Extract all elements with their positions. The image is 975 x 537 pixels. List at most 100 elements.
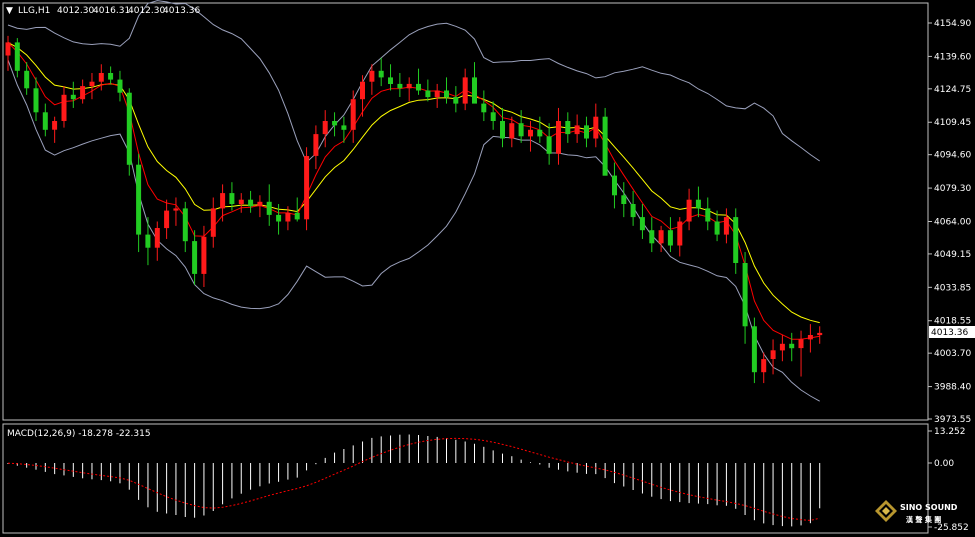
candle-body — [52, 121, 58, 130]
chart-canvas: 4154.90 4139.60 4124.75 4109.45 4094.60 4079.… — [0, 0, 975, 536]
candle-body — [733, 217, 739, 263]
candle-body — [406, 83, 412, 89]
candle-body — [24, 70, 30, 89]
candle-body — [210, 208, 216, 237]
candle-body — [453, 97, 459, 104]
symbol-label: LLG,H1 — [18, 6, 50, 16]
candle-body — [807, 335, 813, 340]
price-tick-label: 4049.15 — [934, 250, 971, 260]
price-tick-label: 4124.75 — [934, 85, 971, 95]
diamond-logo-icon — [875, 500, 897, 522]
candle-body — [667, 230, 673, 246]
candle-body — [546, 136, 552, 154]
candle-body — [742, 263, 748, 327]
candle-body — [350, 99, 356, 130]
candle-body — [434, 90, 440, 98]
sino-sound-logo: SINO SOUND 漢 聲 集 團 — [873, 497, 973, 533]
candle-body — [145, 234, 151, 248]
candle-body — [593, 116, 599, 139]
current-price-marker: 4013.36 — [929, 326, 975, 338]
candle-body — [98, 73, 104, 82]
candle-body — [565, 121, 571, 135]
candle-body — [472, 77, 477, 104]
candle-body — [416, 83, 421, 91]
candle-body — [714, 221, 720, 235]
candle-body — [322, 121, 328, 135]
candle-body — [108, 73, 114, 80]
candle-body — [248, 199, 254, 207]
candle-body — [332, 121, 338, 126]
price-tick-label: 4154.90 — [934, 19, 971, 29]
candle-body — [182, 208, 188, 242]
candle-body — [313, 134, 319, 156]
candle-body — [621, 195, 627, 204]
candle-body — [723, 217, 729, 235]
candle-body — [751, 326, 757, 373]
price-tick-label: 4094.60 — [934, 151, 971, 161]
candle-body — [444, 90, 449, 98]
candle-body — [686, 199, 692, 222]
brand-chinese: 漢 聲 集 團 — [906, 515, 941, 524]
candle-body — [276, 214, 282, 222]
candle-body — [136, 164, 142, 235]
price-tick-label: 4064.00 — [934, 217, 971, 227]
candle-body — [89, 81, 95, 87]
candle-body — [602, 116, 608, 176]
candle-body — [378, 70, 384, 78]
candle-body — [798, 339, 804, 349]
candle-body — [33, 88, 39, 113]
candle-body — [126, 92, 132, 165]
candle-body — [630, 204, 636, 218]
open-value: 4012.30 — [57, 6, 94, 16]
macd-tick-label: 0.00 — [934, 459, 954, 469]
price-tick-label: 4109.45 — [934, 118, 971, 128]
candle-body — [462, 77, 468, 104]
chart-header: ▼ LLG,H1 4012.30 4016.31 4012.30 4013.36 — [6, 6, 200, 16]
candle-body — [238, 199, 244, 205]
candle-body — [173, 208, 179, 211]
close-value: 4013.36 — [163, 6, 200, 16]
macd-label: MACD(12,26,9) -18.278 -22.315 — [7, 429, 151, 439]
candle-body — [574, 125, 580, 135]
candle[interactable] — [126, 88, 132, 176]
low-value: 4012.30 — [128, 6, 165, 16]
candle-body — [509, 123, 515, 139]
candle-body — [257, 201, 263, 207]
candle-body — [61, 94, 67, 121]
candle-body — [117, 79, 123, 93]
collapse-arrow-icon[interactable]: ▼ — [6, 6, 13, 16]
candle[interactable] — [304, 147, 310, 231]
candle-body — [695, 199, 701, 209]
candle-body — [528, 129, 533, 137]
candle-body — [154, 228, 160, 248]
candle-body — [490, 112, 496, 121]
candle-body — [397, 83, 403, 89]
candle-body — [285, 212, 291, 222]
candle-body — [360, 81, 365, 100]
candle-body — [584, 125, 589, 139]
candle-body — [537, 129, 543, 137]
candle-body — [192, 241, 198, 274]
candle-body — [500, 121, 505, 139]
candle-body — [80, 86, 86, 100]
candle-body — [789, 343, 795, 349]
candle-body — [817, 332, 823, 336]
price-tick-label: 4139.60 — [934, 52, 971, 62]
price-tick-label: 3973.55 — [934, 415, 971, 425]
price-tick-label: 4033.85 — [934, 283, 971, 293]
candle-body — [304, 156, 310, 220]
candle-body — [705, 208, 711, 222]
candle-body — [779, 343, 785, 351]
candle-body — [369, 70, 375, 82]
price-tick-label: 3988.40 — [934, 383, 971, 393]
candle-body — [658, 230, 664, 244]
candle-body — [164, 210, 170, 229]
candle-body — [229, 193, 235, 204]
price-tick-label: 4003.70 — [934, 349, 971, 359]
brand-name: SINO SOUND — [900, 503, 958, 512]
chart-background — [0, 0, 975, 536]
candle[interactable] — [602, 107, 608, 176]
candle-body — [425, 90, 431, 98]
candle-body — [677, 221, 683, 246]
high-value: 4016.31 — [93, 6, 130, 16]
